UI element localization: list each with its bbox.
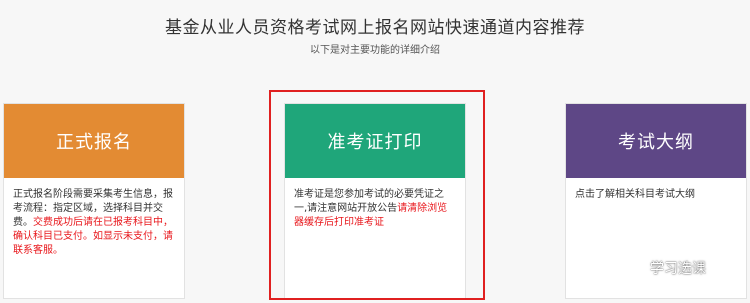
card-admission-ticket-body: 准考证是您参加考试的必要凭证之一,请注意网站开放公告请清除浏览器缓存后打印准考证 bbox=[285, 178, 465, 230]
card-syllabus-header[interactable]: 考试大纲 bbox=[566, 104, 746, 178]
card-admission-ticket[interactable]: 准考证打印 准考证是您参加考试的必要凭证之一,请注意网站开放公告请清除浏览器缓存… bbox=[284, 103, 466, 299]
wechat-icon bbox=[620, 259, 642, 277]
watermark: 学习选课 bbox=[620, 255, 706, 281]
card-admission-ticket-header[interactable]: 准考证打印 bbox=[285, 104, 465, 178]
card-registration-warning: 交费成功后请在已报考科目中，确认科目已支付。如显示未支付，请联系客服。 bbox=[13, 217, 173, 256]
card-registration-title: 正式报名 bbox=[56, 132, 132, 153]
watermark-text: 学习选课 bbox=[650, 261, 706, 277]
card-registration-body: 正式报名阶段需要采集考生信息，报考流程：指定区域，选择科目并交费。交费成功后请在… bbox=[4, 178, 184, 258]
card-registration[interactable]: 正式报名 正式报名阶段需要采集考生信息，报考流程：指定区域，选择科目并交费。交费… bbox=[3, 103, 185, 299]
card-registration-header[interactable]: 正式报名 bbox=[4, 104, 184, 178]
page-subtitle: 以下是对主要功能的详细介绍 bbox=[310, 45, 440, 56]
page-title: 基金从业人员资格考试网上报名网站快速通道内容推荐 bbox=[165, 18, 585, 38]
card-syllabus-body: 点击了解相关科目考试大纲 bbox=[566, 178, 746, 202]
card-admission-ticket-title: 准考证打印 bbox=[327, 132, 423, 153]
card-syllabus-text: 点击了解相关科目考试大纲 bbox=[575, 189, 695, 200]
card-syllabus-title: 考试大纲 bbox=[618, 132, 694, 153]
